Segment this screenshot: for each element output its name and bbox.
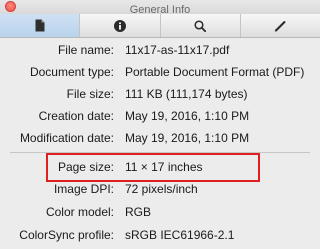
search-icon	[194, 19, 207, 32]
file-size-label: File size:	[66, 87, 114, 101]
creation-date-row: Creation date: May 19, 2016, 1:10 PM	[0, 106, 320, 126]
file-name-row: File name: 11x17-as-11x17.pdf	[0, 40, 320, 60]
document-type-row: Document type: Portable Document Format …	[0, 62, 320, 82]
modification-date-value: May 19, 2016, 1:10 PM	[125, 131, 250, 145]
title-bar: General Info	[0, 0, 320, 16]
modification-date-row: Modification date: May 19, 2016, 1:10 PM	[0, 128, 320, 148]
file-size-row: File size: 111 KB (111,174 bytes)	[0, 84, 320, 104]
tab-annotations[interactable]	[239, 14, 320, 37]
general-info-window: General Info File name: 11x17-as-11x17.p…	[0, 0, 320, 249]
image-dpi-label: Image DPI:	[53, 182, 114, 196]
tab-keywords-search[interactable]	[159, 14, 240, 37]
file-name-label: File name:	[57, 43, 114, 57]
document-type-label: Document type:	[29, 65, 114, 79]
creation-date-label: Creation date:	[38, 109, 114, 123]
tab-more-info[interactable]	[79, 14, 159, 37]
file-name-value: 11x17-as-11x17.pdf	[125, 43, 230, 57]
colorsync-profile-row: ColorSync profile: sRGB IEC61966-2.1	[0, 225, 320, 245]
info-icon	[113, 19, 126, 32]
close-button[interactable]	[5, 1, 16, 12]
image-dpi-row: Image DPI: 72 pixels/inch	[0, 179, 320, 199]
modification-date-label: Modification date:	[19, 131, 114, 145]
document-icon	[35, 19, 45, 32]
toolbar	[0, 14, 320, 38]
image-dpi-value: 72 pixels/inch	[125, 182, 198, 196]
color-model-label: Color model:	[45, 205, 114, 219]
color-model-row: Color model: RGB	[0, 202, 320, 222]
page-size-highlight	[46, 153, 260, 182]
colorsync-profile-label: ColorSync profile:	[19, 228, 114, 242]
document-type-value: Portable Document Format (PDF)	[125, 65, 305, 79]
colorsync-profile-value: sRGB IEC61966-2.1	[125, 228, 235, 242]
file-size-value: 111 KB (111,174 bytes)	[125, 87, 248, 101]
creation-date-value: May 19, 2016, 1:10 PM	[125, 109, 250, 123]
tab-general-info[interactable]	[0, 14, 80, 37]
color-model-value: RGB	[125, 205, 152, 219]
pen-icon	[275, 20, 286, 31]
